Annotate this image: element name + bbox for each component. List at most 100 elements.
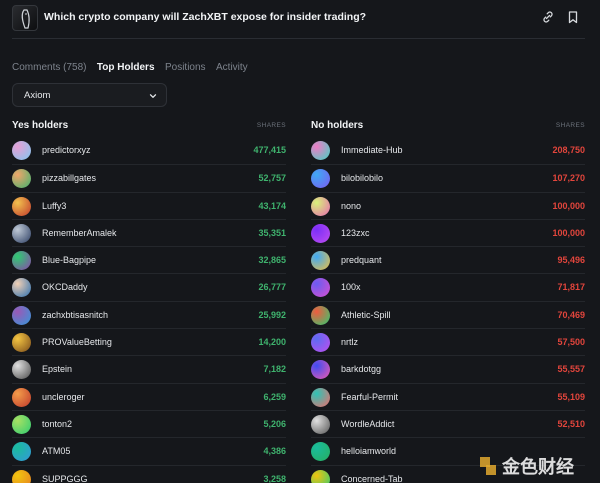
- holder-row[interactable]: Blue-Bagpipe 32,865: [12, 246, 286, 273]
- holder-row[interactable]: tonton2 5,206: [12, 409, 286, 437]
- avatar[interactable]: [12, 469, 31, 483]
- holder-shares: 52,757: [258, 173, 286, 184]
- holder-name[interactable]: zachxbtisasnitch: [42, 310, 108, 320]
- holder-name[interactable]: SUPPGGG: [42, 474, 88, 483]
- holder-row[interactable]: Epstein 7,182: [12, 355, 286, 382]
- avatar[interactable]: [311, 169, 330, 189]
- holder-row[interactable]: zachxbtisasnitch 25,992: [12, 300, 286, 328]
- holder-name[interactable]: tonton2: [42, 419, 72, 429]
- holder-name[interactable]: RememberAmalek: [42, 228, 117, 238]
- holder-shares: 70,469: [557, 309, 585, 320]
- holder-row[interactable]: uncleroger 6,259: [12, 382, 286, 410]
- holder-name[interactable]: ATM05: [42, 446, 70, 456]
- holder-name[interactable]: Blue-Bagpipe: [42, 255, 96, 265]
- avatar[interactable]: [311, 305, 330, 325]
- holder-row[interactable]: predictorxyz 477,415: [12, 137, 286, 164]
- holder-name[interactable]: OKCDaddy: [42, 282, 88, 292]
- holder-shares: 95,496: [557, 255, 585, 266]
- holder-row[interactable]: ATM05 4,386: [12, 437, 286, 464]
- avatar[interactable]: [12, 278, 31, 298]
- holder-row[interactable]: barkdotgg 55,557: [311, 355, 585, 382]
- avatar[interactable]: [12, 442, 31, 462]
- avatar[interactable]: [12, 333, 31, 353]
- avatar[interactable]: [311, 196, 330, 216]
- avatar[interactable]: [311, 387, 330, 407]
- holder-name[interactable]: barkdotgg: [341, 364, 381, 374]
- holder-row[interactable]: 100x 71,817: [311, 273, 585, 300]
- avatar[interactable]: [311, 278, 330, 298]
- holder-shares: 25,992: [258, 309, 286, 320]
- avatar[interactable]: [12, 251, 31, 271]
- avatar[interactable]: [12, 141, 31, 160]
- avatar[interactable]: [311, 442, 330, 462]
- holder-name[interactable]: Luffy3: [42, 201, 66, 211]
- avatar[interactable]: [12, 387, 31, 407]
- avatar[interactable]: [311, 469, 330, 483]
- holder-row[interactable]: Luffy3 43,174: [12, 191, 286, 219]
- holder-name[interactable]: Concerned-Tab: [341, 474, 403, 483]
- holder-row[interactable]: OKCDaddy 26,777: [12, 273, 286, 300]
- avatar[interactable]: [12, 196, 31, 216]
- holder-name[interactable]: Fearful-Permit: [341, 392, 398, 402]
- holder-name[interactable]: Epstein: [42, 364, 72, 374]
- holder-name[interactable]: nono: [341, 201, 361, 211]
- holder-row[interactable]: pizzabillgates 52,757: [12, 164, 286, 191]
- bookmark-icon[interactable]: [566, 10, 580, 24]
- holder-row[interactable]: bilobilobilo 107,270: [311, 164, 585, 191]
- holder-shares: 52,510: [557, 418, 585, 429]
- holder-name[interactable]: uncleroger: [42, 392, 85, 402]
- holder-row[interactable]: predquant 95,496: [311, 246, 585, 273]
- holder-name[interactable]: predquant: [341, 255, 382, 265]
- tab-bar: Comments (758) Top Holders Positions Act…: [12, 57, 254, 73]
- link-icon[interactable]: [541, 10, 555, 24]
- avatar[interactable]: [12, 169, 31, 189]
- holder-shares: 55,557: [557, 364, 585, 375]
- holder-name[interactable]: Immediate-Hub: [341, 145, 403, 155]
- market-header: Which crypto company will ZachXBT expose…: [0, 0, 600, 38]
- tab-top-holders[interactable]: Top Holders: [97, 62, 155, 73]
- tab-positions[interactable]: Positions: [165, 62, 206, 73]
- avatar[interactable]: [12, 414, 31, 434]
- holder-row[interactable]: RememberAmalek 35,351: [12, 218, 286, 246]
- avatar[interactable]: [311, 223, 330, 243]
- avatar[interactable]: [311, 414, 330, 434]
- holder-name[interactable]: predictorxyz: [42, 145, 91, 155]
- no-holders-header: No holders SHARES: [311, 117, 585, 137]
- avatar[interactable]: [311, 141, 330, 160]
- avatar[interactable]: [12, 223, 31, 243]
- tab-activity[interactable]: Activity: [216, 62, 248, 73]
- avatar[interactable]: [311, 360, 330, 380]
- holder-name[interactable]: 123zxc: [341, 228, 370, 238]
- holder-row[interactable]: nrtlz 57,500: [311, 328, 585, 355]
- holder-row[interactable]: PROValueBetting 14,200: [12, 328, 286, 355]
- tab-comments[interactable]: Comments (758): [12, 62, 86, 73]
- watermark-text: 金色财经: [501, 456, 574, 478]
- avatar[interactable]: [311, 333, 330, 353]
- holder-name[interactable]: WordleAddict: [341, 419, 394, 429]
- holder-row[interactable]: Immediate-Hub 208,750: [311, 137, 585, 164]
- holder-row[interactable]: 123zxc 100,000: [311, 218, 585, 246]
- holder-row[interactable]: WordleAddict 52,510: [311, 409, 585, 437]
- no-holders-list: No holders SHARES Immediate-Hub 208,750 bi…: [311, 117, 585, 483]
- holder-name[interactable]: bilobilobilo: [341, 173, 383, 183]
- market-title: Which crypto company will ZachXBT expose…: [44, 11, 367, 23]
- holder-shares: 4,386: [263, 446, 286, 457]
- holder-shares: 26,777: [258, 282, 286, 293]
- holder-row[interactable]: Athletic-Spill 70,469: [311, 300, 585, 328]
- holder-name[interactable]: Athletic-Spill: [341, 310, 391, 320]
- holder-name[interactable]: PROValueBetting: [42, 337, 112, 347]
- no-holders-title: No holders: [311, 120, 364, 131]
- holder-name[interactable]: 100x: [341, 282, 361, 292]
- holder-name[interactable]: nrtlz: [341, 337, 358, 347]
- avatar[interactable]: [311, 251, 330, 271]
- avatar[interactable]: [12, 360, 31, 380]
- holder-name[interactable]: pizzabillgates: [42, 173, 96, 183]
- holder-row[interactable]: nono 100,000: [311, 191, 585, 219]
- yes-holders-header: Yes holders SHARES: [12, 117, 286, 137]
- outcome-select[interactable]: Axiom: [12, 83, 167, 107]
- holder-row[interactable]: Fearful-Permit 55,109: [311, 382, 585, 410]
- holder-name[interactable]: helloiamworld: [341, 446, 396, 456]
- holder-row[interactable]: SUPPGGG 3,258: [12, 464, 286, 483]
- holder-shares: 55,109: [557, 391, 585, 402]
- avatar[interactable]: [12, 305, 31, 325]
